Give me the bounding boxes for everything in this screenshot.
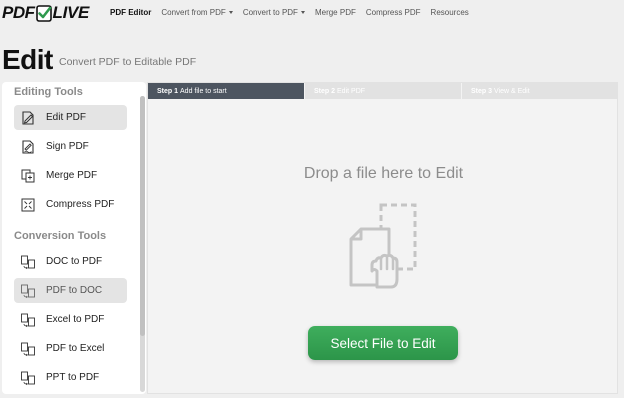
sidebar-item-doc-to-pdf[interactable]: DOC to PDF — [14, 249, 127, 274]
sidebar-item-sign-pdf[interactable]: Sign PDF — [14, 134, 127, 159]
logo-check-icon — [35, 4, 52, 22]
logo-live-text: LIVE — [52, 3, 90, 22]
drop-zone-title: Drop a file here to Edit — [303, 165, 464, 182]
step-2: Step 2 Edit PDF — [304, 83, 461, 99]
sidebar-item-edit-pdf[interactable]: Edit PDF — [14, 105, 127, 130]
sidebar-item-label: PDF to DOC — [46, 285, 103, 296]
editing-tools-heading: Editing Tools — [14, 86, 83, 98]
tools-sidebar: Editing Tools Edit PDF Sign PDF Merge PD… — [2, 82, 146, 394]
sidebar-item-label: Compress PDF — [46, 199, 115, 210]
drag-file-icon — [349, 203, 417, 289]
sidebar-item-ppt-to-pdf[interactable]: PPT to PDF — [14, 365, 127, 390]
sidebar-item-excel-to-pdf[interactable]: Excel to PDF — [14, 307, 127, 332]
convert-icon — [21, 371, 35, 385]
select-file-button[interactable]: Select File to Edit — [308, 326, 458, 360]
step-label: Add file to start — [180, 87, 227, 95]
step-label: Edit PDF — [337, 87, 366, 95]
sidebar-item-pdf-to-excel[interactable]: PDF to Excel — [14, 336, 127, 361]
sidebar-item-label: Edit PDF — [46, 112, 87, 123]
sidebar-item-compress-pdf[interactable]: Compress PDF — [14, 192, 127, 217]
nav-resources[interactable]: Resources — [431, 8, 469, 17]
convert-icon — [21, 342, 35, 356]
upload-panel: Step 1 Add file to start Step 2 Edit PDF… — [147, 82, 618, 394]
step-label: View & Edit — [494, 87, 530, 95]
step-indicator: Step 1 Add file to start Step 2 Edit PDF… — [148, 83, 619, 99]
step-number: Step 2 — [314, 87, 336, 95]
sidebar-item-label: DOC to PDF — [46, 256, 103, 267]
page-title: Edit — [2, 44, 53, 75]
step-1: Step 1 Add file to start — [148, 83, 304, 99]
chevron-down-icon — [228, 11, 233, 14]
convert-icon — [21, 313, 35, 327]
logo-pdf-text: PDF — [2, 3, 35, 22]
nav-convert-from-pdf[interactable]: Convert from PDF — [161, 8, 233, 17]
edit-icon — [22, 110, 34, 125]
nav-merge-pdf[interactable]: Merge PDF — [315, 8, 356, 17]
sidebar-item-label: Excel to PDF — [46, 314, 105, 325]
sidebar-item-merge-pdf[interactable]: Merge PDF — [14, 163, 127, 188]
compress-icon — [21, 198, 35, 211]
conversion-tools-heading: Conversion Tools — [14, 230, 107, 242]
sidebar-item-label: Merge PDF — [46, 170, 98, 181]
logo[interactable]: PDF LIVE — [2, 3, 89, 23]
sign-icon — [22, 139, 34, 154]
sidebar-item-label: Sign PDF — [46, 141, 89, 152]
file-drop-zone[interactable]: Drop a file here to Edit Select File to … — [148, 99, 619, 393]
sidebar-scrollbar[interactable] — [140, 96, 145, 392]
sidebar-item-label: PDF to Excel — [46, 343, 105, 354]
sidebar-item-label: PPT to PDF — [46, 372, 100, 383]
chevron-down-icon — [300, 11, 305, 14]
sidebar-item-pdf-to-doc[interactable]: PDF to DOC — [14, 278, 127, 303]
step-number: Step 3 — [471, 87, 493, 95]
nav-pdf-editor[interactable]: PDF Editor — [110, 8, 151, 17]
step-number: Step 1 — [157, 87, 179, 95]
convert-icon — [21, 255, 35, 269]
nav-compress-pdf[interactable]: Compress PDF — [366, 8, 421, 17]
convert-icon — [21, 284, 35, 298]
page-subtitle: Convert PDF to Editable PDF — [59, 56, 197, 68]
main-menu: PDF Editor Convert from PDF Convert to P… — [110, 8, 479, 17]
nav-convert-to-pdf[interactable]: Convert to PDF — [243, 8, 305, 17]
step-3: Step 3 View & Edit — [461, 83, 618, 99]
top-nav: PDF LIVE PDF Editor Convert from PDF Con… — [0, 0, 624, 26]
merge-icon — [21, 169, 35, 182]
sidebar-scrollbar-thumb[interactable] — [140, 96, 145, 336]
